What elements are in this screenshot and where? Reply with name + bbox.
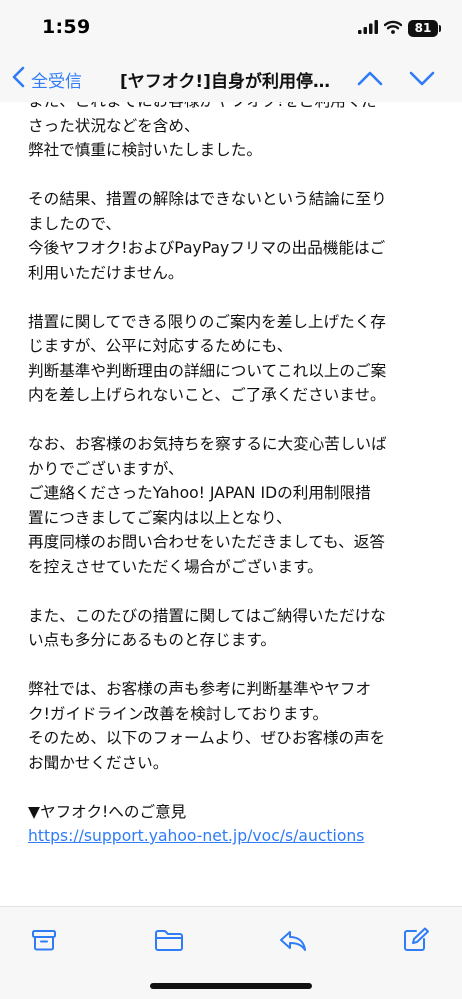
text-line: お聞かせください。 [28, 753, 169, 772]
text-line: さった状況などを含め、 [28, 116, 200, 135]
move-to-folder-button[interactable] [154, 925, 184, 955]
nav-bar: 全受信 [ヤフオク!]自身が利用停止… [0, 56, 462, 102]
message-subject-title: [ヤフオク!]自身が利用停止… [120, 72, 346, 92]
text-line: を控えさせていただく場合がございます。 [28, 557, 323, 576]
text-line: ▼ヤフオク!へのご意見 [28, 802, 187, 821]
text-line: ク!ガイドライン改善を検討しております。 [28, 704, 329, 723]
reply-icon [280, 931, 306, 951]
back-label: 全受信 [31, 71, 82, 92]
text-line: なお、お客様のお気持ちを察するに大変心苦しいば [28, 435, 387, 453]
paragraph: 弊社では、お客様の声も参考に判断基準やヤフオ ク!ガイドライン改善を検討しており… [28, 677, 442, 775]
text-line: 今後ヤフオク!およびPayPayフリマの出品機能はご [28, 239, 386, 257]
text-line: 弊社で慎重に検討いたしました。 [28, 141, 262, 159]
paragraph: ▼ヤフオク!へのご意見 https://support.yahoo-net.jp… [28, 800, 442, 849]
paragraph: 措置に関してできる限りのご案内を差し上げたく存 じますが、公平に対応するためにも… [28, 310, 442, 408]
back-button[interactable]: 全受信 [12, 64, 82, 94]
status-icons: 81 [358, 19, 441, 38]
paragraph: また、これまでにお客様がヤフオク!をご利用くだ さった状況などを含め、 弊社で慎… [28, 102, 442, 163]
text-line: そのため、以下のフォームより、ぜひお客様の声を [28, 729, 386, 747]
text-line: い点も多分にあるものと存じます。 [28, 631, 276, 649]
chevron-left-icon [12, 66, 25, 92]
text-line: ましたので、 [28, 214, 121, 233]
chevron-down-icon [409, 71, 435, 86]
text-line: 弊社では、お客様の声も参考に判断基準やヤフオ [28, 680, 372, 698]
next-message-button[interactable] [408, 66, 436, 94]
text-line: ご連絡くださったYahoo! JAPAN IDの利用制限措 [28, 484, 371, 502]
status-time: 1:59 [42, 16, 91, 38]
wifi-icon [383, 19, 403, 38]
chevron-up-icon [357, 71, 383, 86]
cellular-signal-icon [358, 19, 378, 38]
battery-icon: 81 [408, 19, 441, 37]
text-line: 利用いただけません。 [28, 263, 184, 282]
folder-icon [155, 930, 183, 951]
archive-button[interactable] [29, 925, 59, 955]
previous-message-button[interactable] [356, 66, 384, 94]
text-line: かりでございますが、 [28, 459, 184, 478]
feedback-link[interactable]: https://support.yahoo-net.jp/voc/s/aucti… [28, 827, 364, 845]
text-line: その結果、措置の解除はできないという結論に至り [28, 190, 387, 208]
compose-button[interactable] [401, 925, 431, 955]
archive-icon [32, 930, 56, 951]
text-line: じますが、公平に対応するためにも、 [28, 337, 293, 355]
message-text: また、これまでにお客様がヤフオク!をご利用くだ さった状況などを含め、 弊社で慎… [28, 102, 442, 849]
message-body[interactable]: また、これまでにお客様がヤフオク!をご利用くだ さった状況などを含め、 弊社で慎… [0, 102, 462, 906]
status-bar: 1:59 81 [0, 0, 462, 56]
text-line: 内を差し上げられないこと、ご了承くださいませ。 [28, 386, 386, 404]
text-line: また、このたびの措置に関してはご納得いただけな [28, 606, 386, 625]
compose-icon [404, 927, 429, 951]
text-line: 置につきましてご案内は以上となり、 [28, 508, 292, 527]
text-line: 再度同様のお問い合わせをいただきましても、返答 [28, 533, 385, 551]
paragraph: その結果、措置の解除はできないという結論に至り ましたので、 今後ヤフオク!およ… [28, 187, 442, 285]
paragraph: なお、お客様のお気持ちを察するに大変心苦しいば かりでございますが、 ご連絡くだ… [28, 432, 442, 579]
home-indicator[interactable] [150, 983, 312, 989]
paragraph: また、このたびの措置に関してはご納得いただけな い点も多分にあるものと存じます。 [28, 604, 442, 653]
text-line: 判断基準や判断理由の詳細についてこれ以上のご案 [28, 361, 387, 380]
text-line: また、これまでにお客様がヤフオク!をご利用くだ [28, 102, 442, 114]
reply-button[interactable] [278, 925, 308, 955]
text-line: 措置に関してできる限りのご案内を差し上げたく存 [28, 312, 386, 331]
